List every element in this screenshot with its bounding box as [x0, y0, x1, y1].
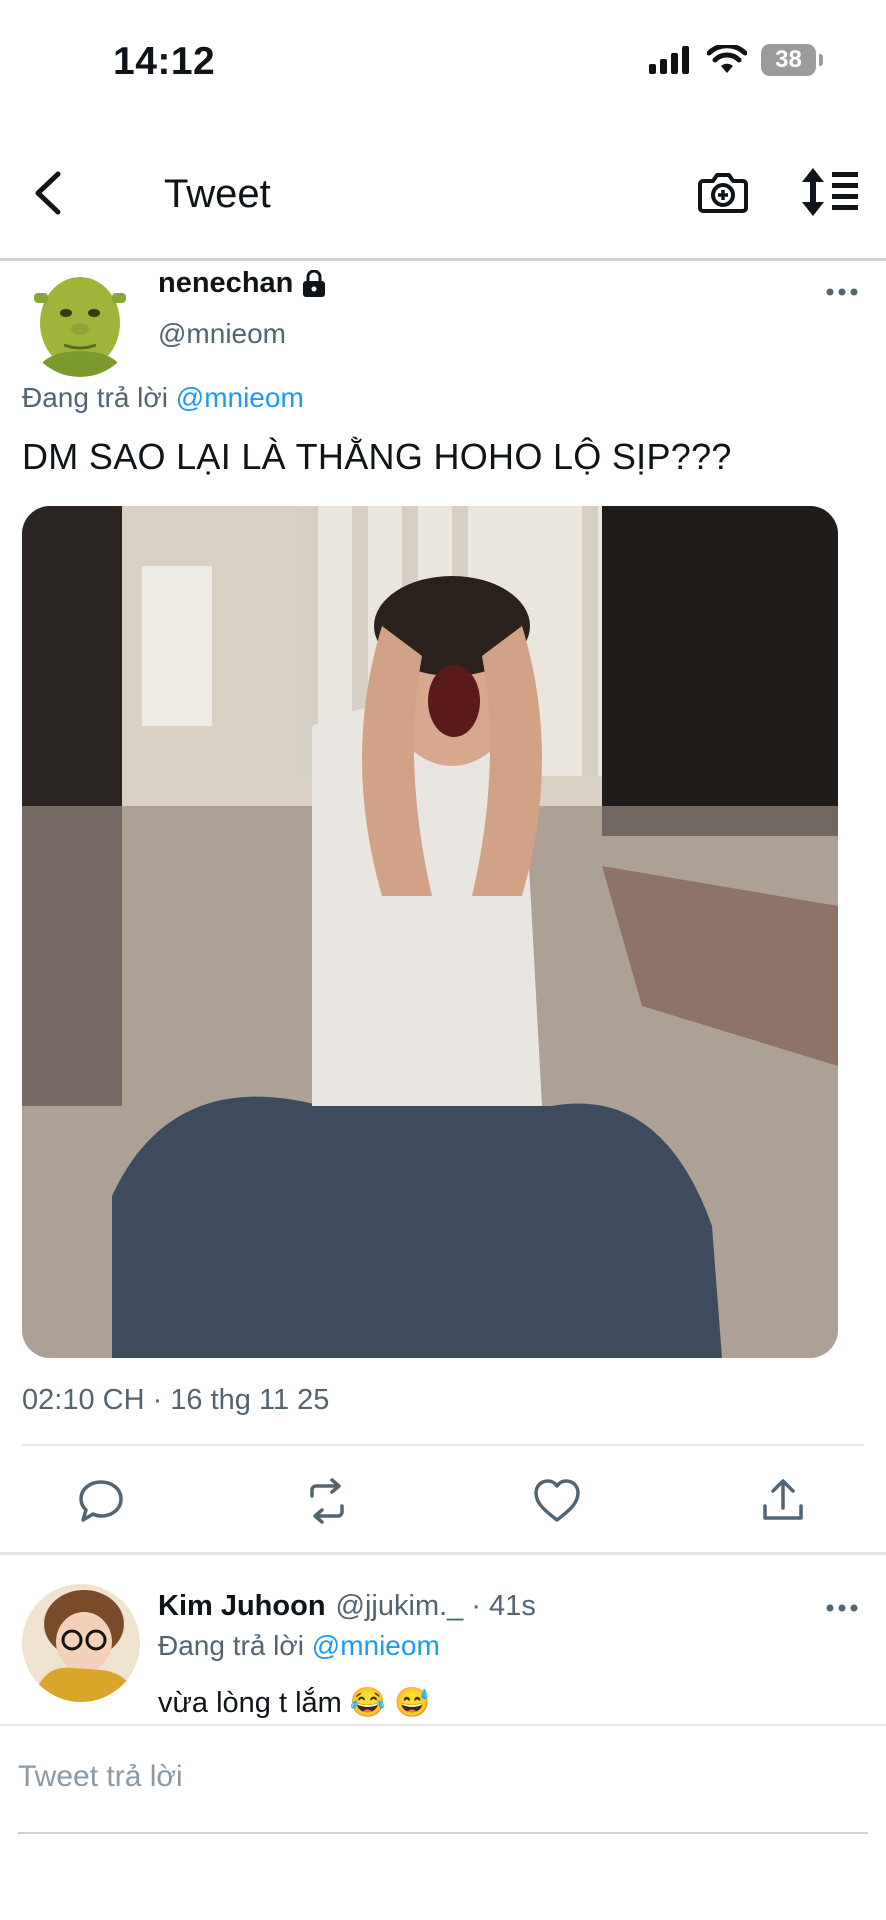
header-divider	[0, 258, 886, 261]
reply-replying-to-label: Đang trả lời	[158, 1630, 304, 1661]
status-icons: 38	[649, 44, 823, 76]
divider	[0, 1724, 886, 1726]
signal-icon	[649, 46, 689, 74]
author-name: nenechan	[158, 267, 294, 299]
replying-to-handle[interactable]: @mnieom	[176, 382, 304, 413]
divider	[22, 1444, 864, 1446]
reply-replying-to: Đang trả lời @mnieom	[158, 1630, 440, 1662]
camera-add-icon[interactable]	[697, 166, 749, 218]
wifi-icon	[707, 45, 747, 73]
reply-author-name: Kim Juhoon	[158, 1590, 326, 1622]
reply-icon[interactable]	[76, 1476, 126, 1526]
reply-input[interactable]: Tweet trả lời	[18, 1760, 183, 1794]
sort-icon[interactable]	[800, 166, 860, 218]
reply-avatar[interactable]	[22, 1584, 140, 1702]
tweet-timestamp: 02:10 CH · 16 thg 11 25	[22, 1384, 330, 1416]
avatar[interactable]	[24, 265, 136, 377]
author-handle[interactable]: @mnieom	[158, 318, 286, 350]
tweet-author[interactable]: nenechan	[158, 267, 327, 300]
replying-to: Đang trả lời @mnieom	[22, 382, 304, 414]
replying-to-label: Đang trả lời	[22, 382, 168, 413]
reply-more-options-icon[interactable]	[822, 1598, 862, 1618]
reply-handle-time: @jjukim._ · 41s	[335, 1590, 536, 1622]
back-icon[interactable]	[26, 168, 76, 218]
tweet-actions	[0, 1470, 886, 1540]
page-title: Tweet	[164, 172, 271, 216]
status-time: 14:12	[113, 40, 216, 83]
lock-icon	[303, 269, 326, 297]
tweet-text: DM SAO LẠI LÀ THẰNG HOHO LỘ SỊP???	[22, 436, 732, 477]
composer-divider	[18, 1832, 868, 1834]
like-icon[interactable]	[532, 1476, 582, 1526]
section-divider	[0, 1552, 886, 1555]
battery-icon: 38	[761, 44, 823, 76]
more-options-icon[interactable]	[822, 282, 862, 302]
share-icon[interactable]	[758, 1476, 808, 1526]
battery-level: 38	[775, 46, 802, 73]
retweet-icon[interactable]	[302, 1476, 352, 1526]
tweet-media[interactable]	[22, 506, 838, 1358]
reply-replying-to-handle[interactable]: @mnieom	[312, 1630, 440, 1661]
header-bar: Tweet	[0, 140, 886, 260]
reply-text: vừa lòng t lắm 😂 😅	[158, 1687, 431, 1719]
reply-author[interactable]: Kim Juhoon @jjukim._ · 41s	[158, 1590, 536, 1623]
